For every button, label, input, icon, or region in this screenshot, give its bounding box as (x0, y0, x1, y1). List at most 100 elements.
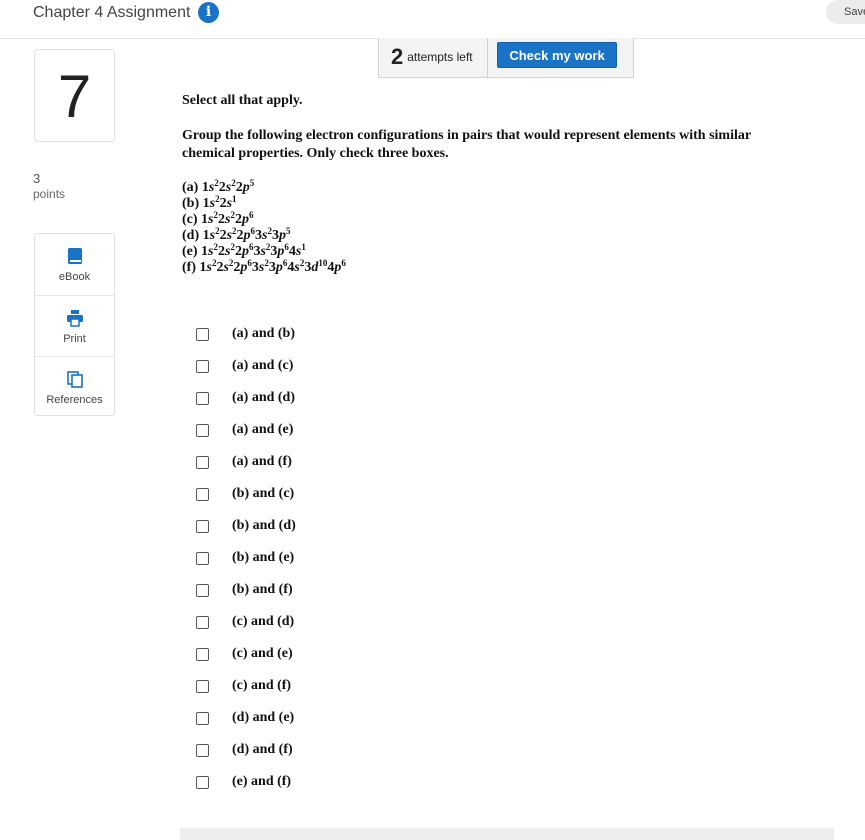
configuration-label: (a) (182, 180, 202, 195)
option-label: (d) and (e) (232, 710, 295, 725)
orbital-term: 3p5 (271, 226, 291, 244)
option-checkbox[interactable] (196, 424, 209, 437)
answer-option[interactable]: (b) and (d) (196, 517, 396, 537)
printer-icon (67, 310, 83, 327)
option-checkbox[interactable] (196, 712, 209, 725)
option-label: (a) and (b) (232, 326, 296, 341)
configuration-label: (e) (182, 244, 202, 259)
save-button[interactable]: Save (826, 0, 865, 24)
ebook-label: eBook (58, 271, 91, 283)
submit-panel: 2 attempts left Check my work (378, 38, 634, 78)
tools-panel: eBook Print References (34, 233, 115, 416)
references-button[interactable]: References (35, 356, 114, 418)
answer-option[interactable]: (a) and (f) (196, 453, 396, 473)
answer-option[interactable]: (a) and (e) (196, 421, 396, 441)
option-checkbox[interactable] (196, 520, 209, 533)
answer-option[interactable]: (b) and (c) (196, 485, 396, 505)
option-label: (c) and (d) (232, 614, 295, 629)
orbital-term: 1s2 (202, 194, 220, 212)
option-checkbox[interactable] (196, 616, 209, 629)
copy-icon (67, 371, 83, 388)
option-checkbox[interactable] (196, 744, 209, 757)
print-button[interactable]: Print (35, 295, 114, 357)
option-label: (e) and (f) (232, 774, 292, 789)
configuration-line: (c) 1s22s22p6 (182, 210, 346, 228)
option-label: (a) and (f) (232, 454, 292, 469)
answer-option[interactable]: (a) and (c) (196, 357, 396, 377)
orbital-term: 4s2 (287, 258, 305, 276)
answer-option[interactable]: (a) and (b) (196, 325, 396, 345)
ebook-button[interactable]: eBook (35, 234, 114, 295)
orbital-term: 3d10 (304, 258, 328, 276)
references-label: References (46, 394, 103, 406)
orbital-term: 3s2 (253, 242, 271, 260)
orbital-term: 4p6 (327, 258, 346, 276)
configuration-label: (c) (182, 212, 202, 227)
orbital-term: 4s1 (288, 242, 306, 260)
option-checkbox[interactable] (196, 648, 209, 661)
answer-option[interactable]: (c) and (e) (196, 645, 396, 665)
option-label: (a) and (e) (232, 422, 294, 437)
configuration-line: (d) 1s22s22p63s23p5 (182, 226, 346, 244)
orbital-term: 3p6 (270, 242, 289, 260)
orbital-term: 2p6 (234, 242, 254, 260)
orbital-term: 3s2 (251, 258, 269, 276)
answer-option[interactable]: (a) and (d) (196, 389, 396, 409)
orbital-term: 2p6 (234, 210, 254, 228)
book-icon (68, 248, 82, 264)
points-label: points (33, 187, 66, 201)
orbital-term: 2s1 (219, 194, 237, 212)
check-my-work-button[interactable]: Check my work (497, 42, 617, 68)
question-number: 7 (57, 63, 92, 130)
option-label: (b) and (e) (232, 550, 295, 565)
orbital-term: 1s2 (199, 258, 217, 276)
orbital-term: 1s2 (202, 226, 220, 244)
answer-option[interactable]: (c) and (f) (196, 677, 396, 697)
option-checkbox[interactable] (196, 456, 209, 469)
top-bar: Chapter 4 Assignment i Save (0, 0, 865, 39)
footer-bar (180, 828, 834, 840)
assignment-title: Chapter 4 Assignment (33, 4, 191, 21)
option-checkbox[interactable] (196, 488, 209, 501)
answer-option[interactable]: (b) and (f) (196, 581, 396, 601)
orbital-term: 2s2 (218, 178, 236, 196)
option-label: (a) and (d) (232, 390, 296, 405)
info-icon[interactable]: i (198, 2, 219, 23)
orbital-term: 2p5 (235, 178, 255, 196)
configuration-label: (f) (182, 260, 200, 275)
orbital-term: 3p6 (268, 258, 288, 276)
option-label: (b) and (c) (232, 486, 295, 501)
print-label: Print (63, 333, 86, 345)
orbital-term: 2s2 (218, 242, 235, 260)
orbital-term: 2s2 (218, 210, 235, 228)
attempts-label: attempts left (407, 50, 473, 64)
question-number-box: 7 (34, 49, 115, 142)
orbital-term: 2p6 (236, 226, 256, 244)
configuration-label: (b) (182, 196, 203, 211)
answer-option[interactable]: (b) and (e) (196, 549, 396, 569)
attempts-count: 2 (391, 44, 404, 69)
points-value: 3 (33, 171, 41, 186)
answer-option[interactable]: (d) and (f) (196, 741, 396, 761)
instruction-text: Select all that apply. (182, 93, 303, 108)
option-checkbox[interactable] (196, 776, 209, 789)
panel-divider (487, 38, 488, 77)
orbital-term: 3s2 (255, 226, 272, 244)
option-label: (c) and (f) (232, 678, 292, 693)
option-checkbox[interactable] (196, 328, 209, 341)
answer-option[interactable]: (d) and (e) (196, 709, 396, 729)
configuration-label: (d) (182, 228, 203, 243)
option-checkbox[interactable] (196, 552, 209, 565)
answer-option[interactable]: (e) and (f) (196, 773, 396, 793)
option-checkbox[interactable] (196, 392, 209, 405)
option-label: (a) and (c) (232, 358, 294, 373)
answer-option[interactable]: (c) and (d) (196, 613, 396, 633)
option-checkbox[interactable] (196, 360, 209, 373)
option-checkbox[interactable] (196, 680, 209, 693)
option-label: (b) and (f) (232, 582, 293, 597)
configuration-line: (f) 1s22s22p63s23p64s23d104p6 (182, 258, 346, 276)
orbital-term: 2s2 (216, 258, 234, 276)
configuration-line: (a) 1s22s22p5 (182, 178, 346, 196)
question-prompt: Group the following electron configurati… (182, 128, 751, 161)
option-checkbox[interactable] (196, 584, 209, 597)
